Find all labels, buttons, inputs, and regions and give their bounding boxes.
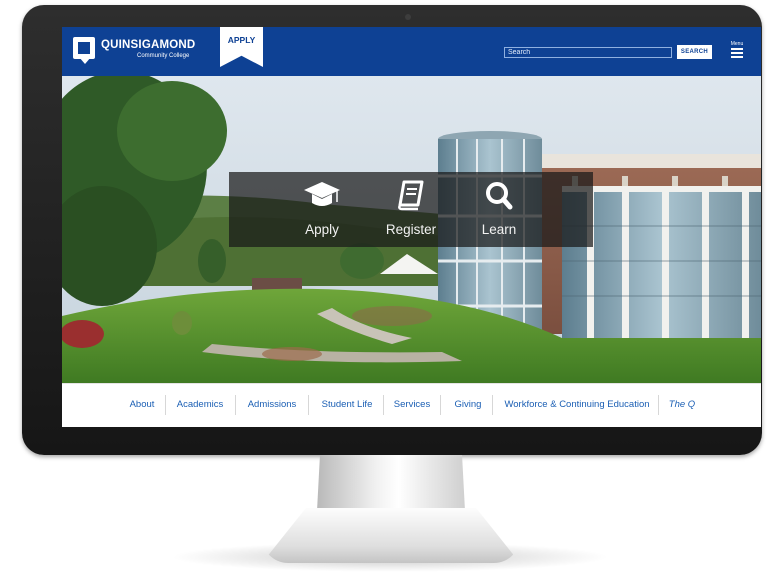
search-input[interactable] xyxy=(504,47,672,58)
quick-link-learn[interactable]: Learn xyxy=(469,178,529,240)
hero-banner: Apply Register Learn xyxy=(62,76,761,383)
webcam-dot xyxy=(405,14,411,20)
nav-item-giving[interactable]: Giving xyxy=(450,394,486,416)
main-nav: About Academics Admissions Student Life … xyxy=(62,383,761,427)
search-icon xyxy=(486,182,513,210)
graduation-cap-icon xyxy=(304,182,340,206)
nav-divider xyxy=(440,395,441,415)
nav-divider xyxy=(235,395,236,415)
logo-name: QUINSIGAMOND xyxy=(101,39,196,51)
monitor-bezel: QUINSIGAMOND Community College APPLY SEA… xyxy=(22,5,762,455)
quick-link-register-label: Register xyxy=(385,222,437,237)
apply-ribbon-label: APPLY xyxy=(227,35,256,45)
book-icon xyxy=(398,180,424,211)
quick-link-learn-label: Learn xyxy=(481,222,517,237)
nav-item-academics[interactable]: Academics xyxy=(174,394,226,416)
quick-link-apply-label: Apply xyxy=(305,222,339,237)
nav-item-about[interactable]: About xyxy=(125,394,159,416)
logo-mark-tail xyxy=(79,57,91,64)
site-header: QUINSIGAMOND Community College APPLY SEA… xyxy=(62,27,761,76)
logo-mark-icon xyxy=(73,37,95,59)
hamburger-icon xyxy=(731,48,743,58)
monitor-stand-base xyxy=(262,508,520,563)
logo-subtitle: Community College xyxy=(137,53,190,59)
monitor-screen: QUINSIGAMOND Community College APPLY SEA… xyxy=(62,27,761,427)
nav-divider xyxy=(383,395,384,415)
nav-divider xyxy=(165,395,166,415)
nav-item-services[interactable]: Services xyxy=(392,394,432,416)
college-logo[interactable]: QUINSIGAMOND Community College xyxy=(73,37,223,67)
nav-item-admissions[interactable]: Admissions xyxy=(244,394,300,416)
monitor-stand-neck xyxy=(317,455,465,511)
nav-item-workforce-continuing-education[interactable]: Workforce & Continuing Education xyxy=(502,394,652,416)
nav-divider xyxy=(308,395,309,415)
nav-item-the-q[interactable]: The Q xyxy=(666,394,698,416)
nav-item-student-life[interactable]: Student Life xyxy=(317,394,377,416)
quick-link-apply[interactable]: Apply xyxy=(292,178,352,240)
apply-ribbon-button[interactable]: APPLY xyxy=(220,27,263,67)
menu-button[interactable]: Menu xyxy=(729,41,745,61)
nav-divider xyxy=(658,395,659,415)
quick-links-panel: Apply Register Learn xyxy=(229,172,593,247)
quick-link-register[interactable]: Register xyxy=(381,178,441,240)
nav-divider xyxy=(492,395,493,415)
search-button[interactable]: SEARCH xyxy=(677,45,712,59)
menu-label: Menu xyxy=(730,41,744,47)
